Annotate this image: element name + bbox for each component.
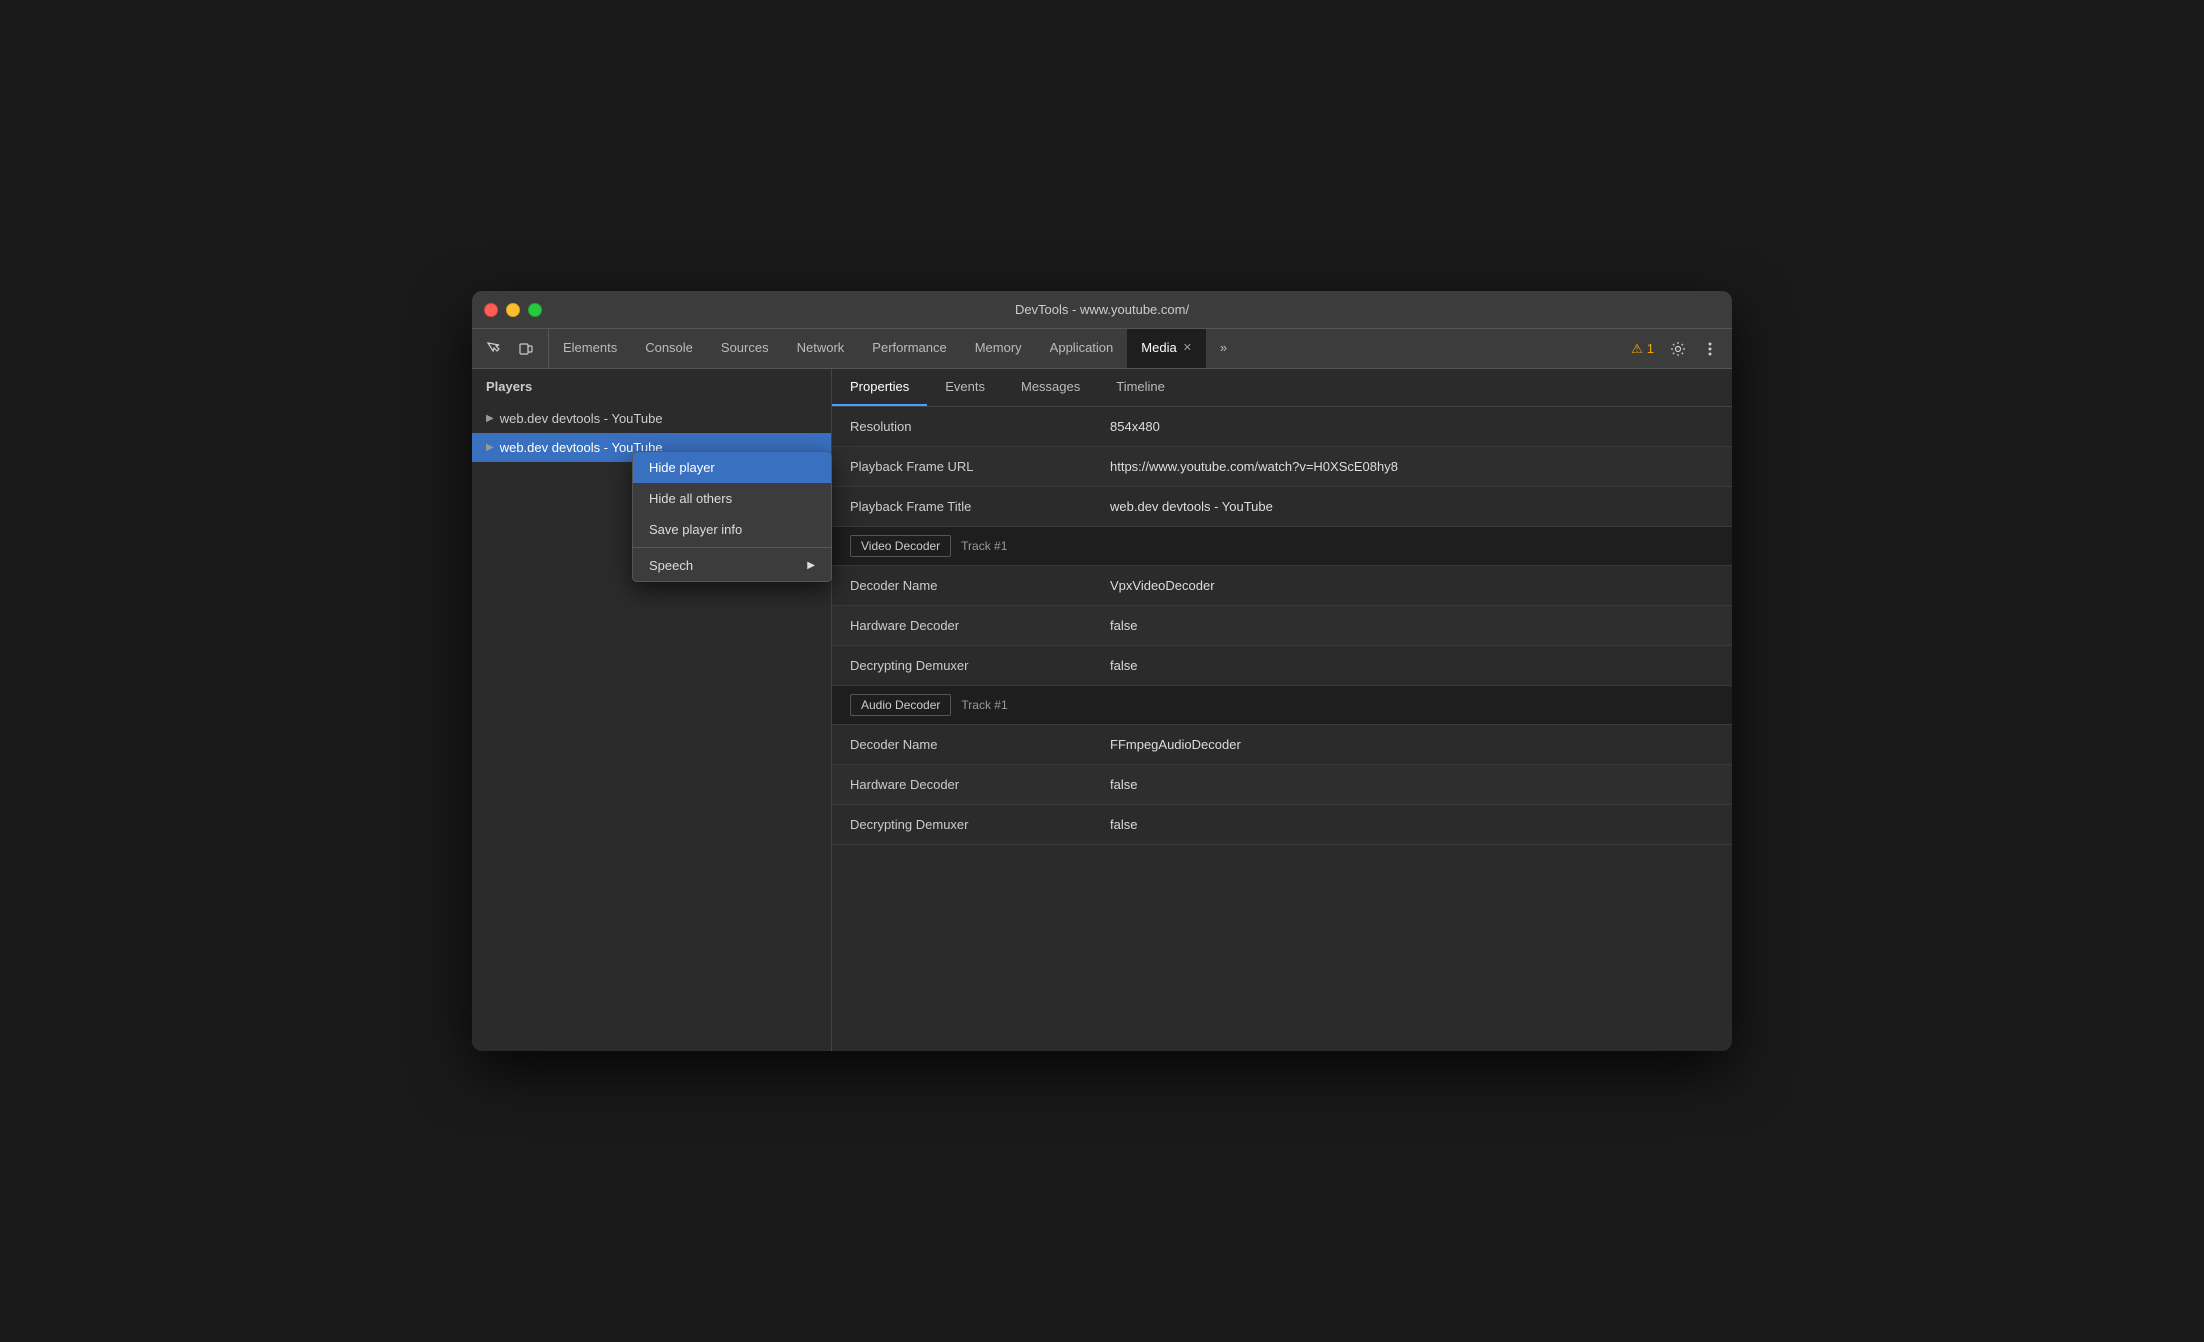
panel-tab-properties[interactable]: Properties <box>832 369 927 406</box>
prop-value-resolution: 854x480 <box>1110 419 1714 434</box>
tab-media[interactable]: Media ✕ <box>1127 329 1206 368</box>
prop-key-audio-decoder-name: Decoder Name <box>850 737 1110 752</box>
player-arrow-1: ▶ <box>486 413 494 424</box>
toolbar-right: ⚠ 1 <box>1617 329 1732 368</box>
player-arrow-2: ▶ <box>486 442 494 453</box>
tab-sources[interactable]: Sources <box>707 329 783 368</box>
audio-decoder-label: Audio Decoder <box>850 694 951 716</box>
device-icon[interactable] <box>512 335 540 363</box>
prop-key-playback-title: Playback Frame Title <box>850 499 1110 514</box>
prop-value-audio-demuxer: false <box>1110 817 1714 832</box>
tab-network[interactable]: Network <box>783 329 859 368</box>
video-decoder-track: Track #1 <box>961 539 1007 553</box>
tab-console[interactable]: Console <box>631 329 707 368</box>
context-menu: Hide player Hide all others Save player … <box>632 451 832 582</box>
prop-value-audio-decoder-name: FFmpegAudioDecoder <box>1110 737 1714 752</box>
video-decoder-header: Video Decoder Track #1 <box>832 527 1732 566</box>
context-menu-hide-player[interactable]: Hide player <box>633 452 831 483</box>
panel-tab-timeline[interactable]: Timeline <box>1098 369 1183 406</box>
prop-row-audio-decoder-name: Decoder Name FFmpegAudioDecoder <box>832 725 1732 765</box>
tab-media-close[interactable]: ✕ <box>1183 341 1192 354</box>
right-panel: Properties Events Messages Timeline Reso… <box>832 369 1732 1051</box>
prop-value-playback-title: web.dev devtools - YouTube <box>1110 499 1714 514</box>
panel-tab-messages[interactable]: Messages <box>1003 369 1098 406</box>
warning-count: 1 <box>1647 341 1654 356</box>
properties-table: Resolution 854x480 Playback Frame URL ht… <box>832 407 1732 1051</box>
prop-key-audio-demuxer: Decrypting Demuxer <box>850 817 1110 832</box>
inspect-icon[interactable] <box>480 335 508 363</box>
video-decoder-label: Video Decoder <box>850 535 951 557</box>
prop-row-resolution: Resolution 854x480 <box>832 407 1732 447</box>
prop-key-video-demuxer: Decrypting Demuxer <box>850 658 1110 673</box>
prop-value-video-hardware: false <box>1110 618 1714 633</box>
tab-performance[interactable]: Performance <box>858 329 960 368</box>
prop-value-video-decoder-name: VpxVideoDecoder <box>1110 578 1714 593</box>
devtools-window: DevTools - www.youtube.com/ Elements Con… <box>472 291 1732 1051</box>
prop-key-video-hardware: Hardware Decoder <box>850 618 1110 633</box>
prop-row-audio-hardware: Hardware Decoder false <box>832 765 1732 805</box>
prop-key-audio-hardware: Hardware Decoder <box>850 777 1110 792</box>
player-item-1[interactable]: ▶ web.dev devtools - YouTube <box>472 404 831 433</box>
audio-decoder-header: Audio Decoder Track #1 <box>832 686 1732 725</box>
prop-key-resolution: Resolution <box>850 419 1110 434</box>
prop-row-playback-url: Playback Frame URL https://www.youtube.c… <box>832 447 1732 487</box>
close-button[interactable] <box>484 303 498 317</box>
toolbar-left-icons <box>472 329 549 368</box>
tab-more[interactable]: » <box>1206 329 1241 368</box>
toolbar: Elements Console Sources Network Perform… <box>472 329 1732 369</box>
window-title: DevTools - www.youtube.com/ <box>1015 302 1189 317</box>
sidebar-header: Players <box>472 369 831 404</box>
minimize-button[interactable] <box>506 303 520 317</box>
main-content: Players ▶ web.dev devtools - YouTube ▶ w… <box>472 369 1732 1051</box>
prop-row-video-decoder-name: Decoder Name VpxVideoDecoder <box>832 566 1732 606</box>
tab-memory[interactable]: Memory <box>961 329 1036 368</box>
audio-decoder-track: Track #1 <box>961 698 1007 712</box>
warning-badge[interactable]: ⚠ 1 <box>1625 341 1660 357</box>
title-bar: DevTools - www.youtube.com/ <box>472 291 1732 329</box>
panel-tabs: Properties Events Messages Timeline <box>832 369 1732 407</box>
context-menu-hide-all-others[interactable]: Hide all others <box>633 483 831 514</box>
tab-application[interactable]: Application <box>1036 329 1128 368</box>
prop-row-video-demuxer: Decrypting Demuxer false <box>832 646 1732 686</box>
prop-value-audio-hardware: false <box>1110 777 1714 792</box>
toolbar-tabs: Elements Console Sources Network Perform… <box>549 329 1617 368</box>
prop-key-playback-url: Playback Frame URL <box>850 459 1110 474</box>
settings-icon[interactable] <box>1664 335 1692 363</box>
panel-tab-events[interactable]: Events <box>927 369 1003 406</box>
warning-icon: ⚠ <box>1631 341 1643 357</box>
prop-row-playback-title: Playback Frame Title web.dev devtools - … <box>832 487 1732 527</box>
tab-elements[interactable]: Elements <box>549 329 631 368</box>
more-options-icon[interactable] <box>1696 335 1724 363</box>
context-menu-speech[interactable]: Speech ▶ <box>633 550 831 581</box>
traffic-lights <box>484 303 542 317</box>
prop-row-audio-demuxer: Decrypting Demuxer false <box>832 805 1732 845</box>
submenu-arrow-icon: ▶ <box>807 560 815 571</box>
maximize-button[interactable] <box>528 303 542 317</box>
prop-row-video-hardware: Hardware Decoder false <box>832 606 1732 646</box>
context-menu-save-player-info[interactable]: Save player info <box>633 514 831 545</box>
context-menu-divider <box>633 547 831 548</box>
prop-value-video-demuxer: false <box>1110 658 1714 673</box>
sidebar: Players ▶ web.dev devtools - YouTube ▶ w… <box>472 369 832 1051</box>
prop-key-video-decoder-name: Decoder Name <box>850 578 1110 593</box>
prop-value-playback-url: https://www.youtube.com/watch?v=H0XScE08… <box>1110 459 1714 474</box>
